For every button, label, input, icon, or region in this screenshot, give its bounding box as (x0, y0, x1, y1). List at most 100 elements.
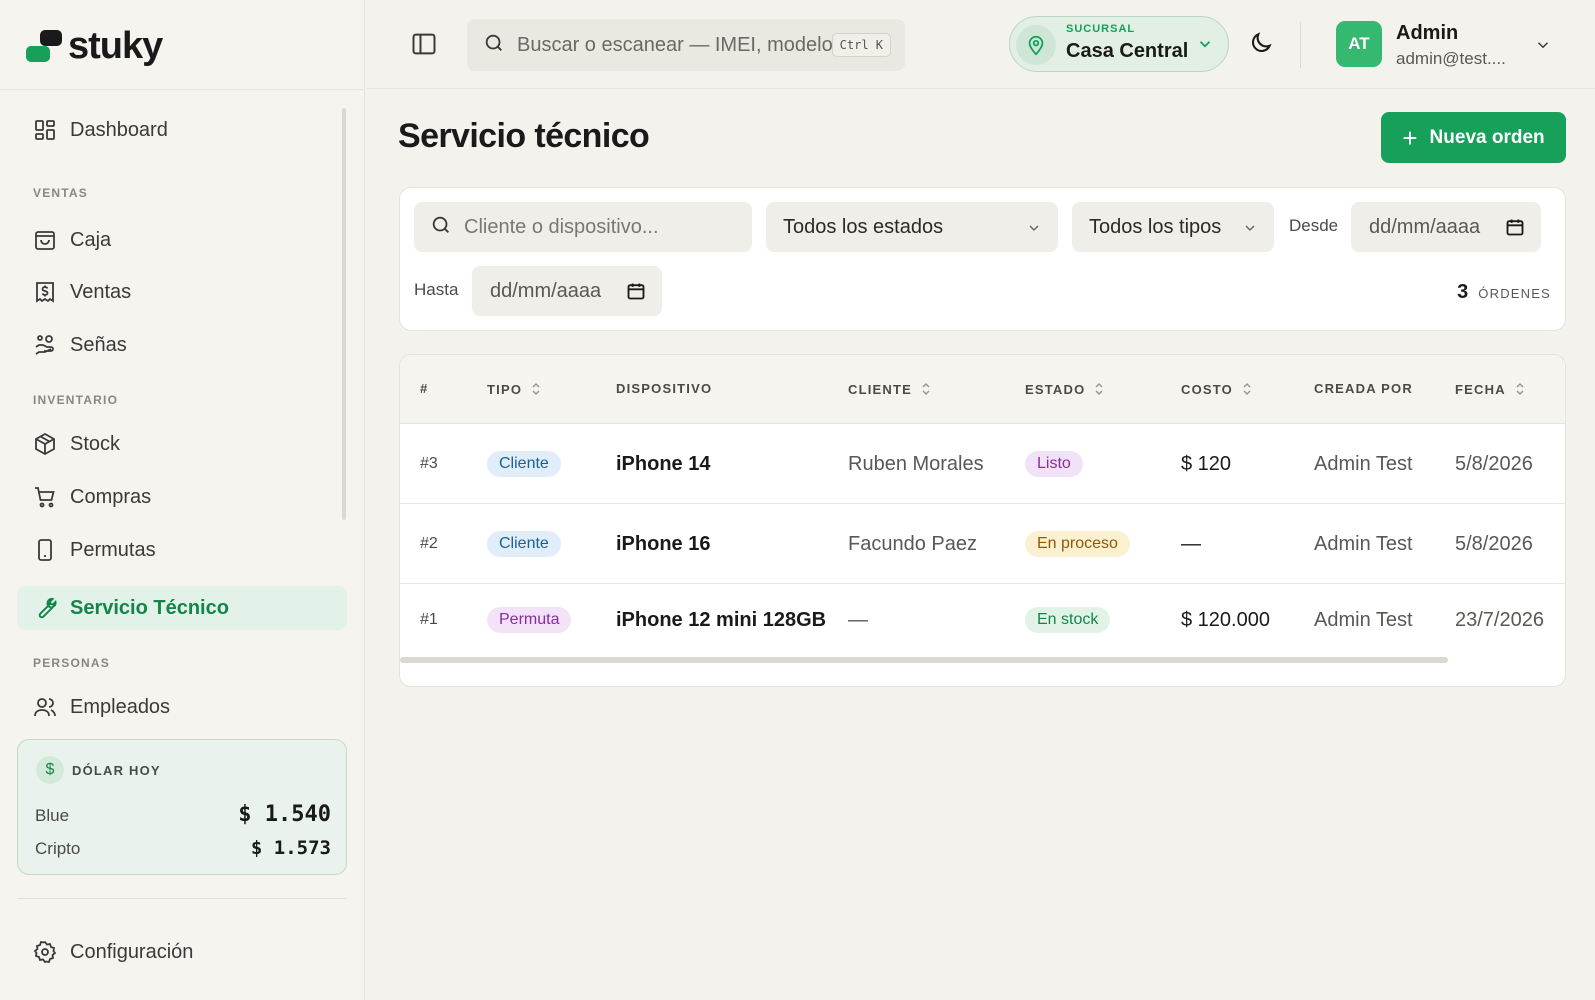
sidebar-item-caja[interactable]: Caja (17, 218, 347, 262)
sidebar-item-configuracion[interactable]: Configuración (17, 930, 347, 974)
hasta-label: Hasta (414, 280, 459, 299)
sidebar-item-label: Servicio Técnico (70, 596, 229, 619)
tipo-select[interactable]: Todos los tipos (1072, 202, 1274, 252)
dolar-widget: $ DÓLAR HOY Blue $ 1.540 Cripto $ 1.573 (17, 739, 347, 875)
sidebar-item-senas[interactable]: Señas (17, 323, 347, 367)
sidebar-item-permutas[interactable]: Permutas (17, 528, 347, 572)
sidebar-item-empleados[interactable]: Empleados (17, 685, 347, 720)
dolar-cripto-row: Cripto $ 1.573 (35, 837, 331, 859)
branch-name: Casa Central (1066, 40, 1189, 62)
dolar-blue-label: Blue (35, 806, 70, 825)
nav-section-personas: PERSONAS (33, 656, 110, 670)
cell-cliente: — (848, 608, 868, 631)
table-row[interactable]: #2 Cliente iPhone 16 Facundo Paez En pro… (400, 504, 1565, 584)
sidebar-item-servicio-tecnico[interactable]: Servicio Técnico (17, 586, 347, 630)
sidebar-item-stock[interactable]: Stock (17, 422, 347, 466)
sort-icon (922, 382, 930, 396)
dolar-cripto-value: $ 1.573 (250, 837, 331, 859)
hasta-date-input[interactable]: dd/mm/aaaa (472, 266, 662, 316)
dolar-blue-value: $ 1.540 (238, 802, 331, 827)
sidebar-item-dashboard[interactable]: Dashboard (17, 108, 347, 152)
estado-select-value: Todos los estados (783, 215, 944, 238)
cell-costo: $ 120 (1181, 452, 1232, 475)
filter-search-input[interactable]: Cliente o dispositivo... (414, 202, 752, 252)
dollar-icon: $ (36, 756, 64, 784)
table-row[interactable]: #1 Permuta iPhone 12 mini 128GB — En sto… (400, 584, 1565, 656)
sidebar-item-label: Dashboard (70, 118, 168, 141)
sort-icon (1095, 382, 1103, 396)
status-badge: En proceso (1025, 531, 1130, 557)
table-header: # TIPO DISPOSITIVO CLIENTE ESTADO COSTO … (400, 355, 1565, 424)
column-header-fecha[interactable]: FECHA (1455, 381, 1526, 397)
cell-costo: $ 120.000 (1181, 608, 1270, 631)
column-header-dispositivo: DISPOSITIVO (616, 381, 713, 396)
receipt-dollar-icon (32, 279, 58, 305)
sidebar-item-label: Stock (70, 432, 121, 455)
map-pin-icon (1016, 25, 1056, 65)
sidebar-item-label: Permutas (70, 538, 156, 561)
branch-selector[interactable]: SUCURSAL Casa Central (1009, 16, 1229, 72)
dolar-cripto-label: Cripto (35, 839, 81, 858)
column-header-cliente[interactable]: CLIENTE (848, 381, 932, 397)
chevron-down-icon (1196, 35, 1214, 58)
search-icon (430, 214, 452, 241)
divider (17, 898, 347, 899)
sort-icon (532, 382, 540, 396)
top-bar: Buscar o escanear — IMEI, modelo, client… (366, 0, 1595, 89)
dashboard-icon (32, 117, 58, 143)
calendar-icon[interactable] (626, 281, 646, 307)
divider (1300, 22, 1301, 68)
table-row[interactable]: #3 Cliente iPhone 14 Ruben Morales Listo… (400, 424, 1565, 504)
tipo-badge: Cliente (487, 531, 561, 557)
brand-name: stuky (68, 25, 163, 67)
column-header-tipo[interactable]: TIPO (487, 381, 542, 397)
cell-num: #3 (420, 455, 438, 472)
orders-count: 3 ÓRDENES (1457, 281, 1551, 304)
cell-tipo: Permuta (487, 584, 572, 656)
theme-toggle-moon-icon[interactable] (1248, 30, 1276, 58)
column-header-estado[interactable]: ESTADO (1025, 381, 1105, 397)
search-placeholder: Buscar o escanear — IMEI, modelo, client… (517, 33, 835, 56)
gear-icon (32, 939, 58, 965)
sidebar-scrollbar[interactable] (342, 108, 346, 520)
avatar[interactable]: AT (1336, 21, 1382, 67)
chevron-down-icon (1242, 219, 1258, 242)
sidebar-toggle-icon[interactable] (410, 30, 438, 58)
tipo-badge: Permuta (487, 607, 572, 633)
cell-dispositivo: iPhone 16 (616, 532, 711, 555)
table-horizontal-scrollbar[interactable] (400, 657, 1448, 663)
orders-table: # TIPO DISPOSITIVO CLIENTE ESTADO COSTO … (399, 354, 1566, 687)
sidebar: stuky Dashboard VENTAS Caja Ventas Señas… (0, 0, 365, 1000)
branch-caption: SUCURSAL (1066, 23, 1136, 35)
user-email: admin@test.... (1396, 49, 1506, 68)
desde-date-input[interactable]: dd/mm/aaaa (1351, 202, 1541, 252)
cell-estado: En stock (1025, 584, 1111, 656)
chevron-down-icon[interactable] (1534, 36, 1552, 59)
tipo-select-value: Todos los tipos (1089, 215, 1222, 238)
sidebar-item-ventas[interactable]: Ventas (17, 270, 347, 314)
cell-estado: En proceso (1025, 504, 1130, 584)
calendar-icon[interactable] (1505, 217, 1525, 243)
column-header-creada-por: CREADA POR (1314, 381, 1413, 396)
sort-icon (1243, 382, 1251, 396)
cell-cliente: Facundo Paez (848, 532, 977, 555)
cell-creada-por: Admin Test (1314, 452, 1413, 475)
smartphone-icon (32, 537, 58, 563)
cell-dispositivo: iPhone 12 mini 128GB (616, 608, 827, 631)
package-icon (32, 431, 58, 457)
column-header-label: CLIENTE (848, 381, 913, 397)
estado-select[interactable]: Todos los estados (766, 202, 1058, 252)
column-header-costo[interactable]: COSTO (1181, 381, 1253, 397)
brand-logo[interactable]: stuky (26, 25, 163, 67)
cell-costo: — (1181, 532, 1201, 555)
sidebar-item-compras[interactable]: Compras (17, 475, 347, 519)
global-search-input[interactable]: Buscar o escanear — IMEI, modelo, client… (467, 19, 905, 71)
nav-section-inventario: INVENTARIO (33, 393, 119, 407)
plus-icon: + (1402, 122, 1418, 153)
new-order-label: Nueva orden (1429, 126, 1545, 148)
user-name[interactable]: Admin (1396, 22, 1458, 45)
cell-fecha: 5/8/2026 (1455, 532, 1533, 555)
new-order-button[interactable]: + Nueva orden (1381, 112, 1566, 163)
nav-section-ventas: VENTAS (33, 186, 88, 200)
sort-icon (1516, 382, 1524, 396)
